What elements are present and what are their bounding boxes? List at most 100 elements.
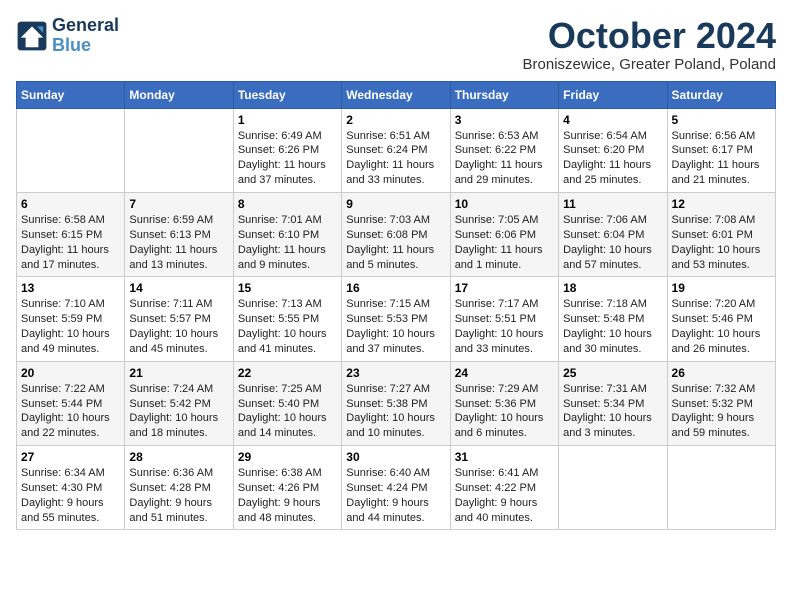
- cell-content: Sunrise: 7:13 AM Sunset: 5:55 PM Dayligh…: [238, 297, 337, 356]
- day-number: 18: [563, 281, 662, 295]
- day-number: 14: [129, 281, 228, 295]
- cell-content: Sunrise: 7:27 AM Sunset: 5:38 PM Dayligh…: [346, 382, 445, 441]
- cell-content: Sunrise: 7:32 AM Sunset: 5:32 PM Dayligh…: [672, 382, 771, 441]
- cell-content: Sunrise: 6:53 AM Sunset: 6:22 PM Dayligh…: [455, 129, 554, 188]
- cell-content: Sunrise: 7:11 AM Sunset: 5:57 PM Dayligh…: [129, 297, 228, 356]
- day-number: 28: [129, 450, 228, 464]
- day-number: 11: [563, 197, 662, 211]
- calendar-cell: [17, 108, 125, 192]
- cell-content: Sunrise: 7:03 AM Sunset: 6:08 PM Dayligh…: [346, 213, 445, 272]
- logo-text: General Blue: [52, 16, 119, 56]
- calendar-cell: 27 Sunrise: 6:34 AM Sunset: 4:30 PM Dayli…: [17, 446, 125, 530]
- cell-content: Sunrise: 6:34 AM Sunset: 4:30 PM Dayligh…: [21, 466, 120, 525]
- day-number: 12: [672, 197, 771, 211]
- calendar-body: 1 Sunrise: 6:49 AM Sunset: 6:26 PM Daylig…: [17, 108, 776, 530]
- calendar-cell: 17Sunrise: 7:17 AM Sunset: 5:51 PM Dayli…: [450, 277, 558, 361]
- cell-content: Sunrise: 6:38 AM Sunset: 4:26 PM Dayligh…: [238, 466, 337, 525]
- calendar-cell: 18 Sunrise: 7:18 AM Sunset: 5:48 PM Dayli…: [559, 277, 667, 361]
- day-number: 16: [346, 281, 445, 295]
- day-number: 30: [346, 450, 445, 464]
- weekday-header-wednesday: Wednesday: [342, 81, 450, 108]
- day-number: 20: [21, 366, 120, 380]
- cell-content: Sunrise: 7:25 AM Sunset: 5:40 PM Dayligh…: [238, 382, 337, 441]
- weekday-header-friday: Friday: [559, 81, 667, 108]
- calendar-cell: 19Sunrise: 7:20 AM Sunset: 5:46 PM Dayli…: [667, 277, 775, 361]
- calendar-cell: 12 Sunrise: 7:08 AM Sunset: 6:01 PM Dayli…: [667, 192, 775, 276]
- day-number: 1: [238, 113, 337, 127]
- calendar-cell: 28Sunrise: 6:36 AM Sunset: 4:28 PM Dayli…: [125, 446, 233, 530]
- cell-content: Sunrise: 7:20 AM Sunset: 5:46 PM Dayligh…: [672, 297, 771, 356]
- cell-content: Sunrise: 7:18 AM Sunset: 5:48 PM Dayligh…: [563, 297, 662, 356]
- weekday-header-sunday: Sunday: [17, 81, 125, 108]
- weekday-header-row: SundayMondayTuesdayWednesdayThursdayFrid…: [17, 81, 776, 108]
- day-number: 27: [21, 450, 120, 464]
- calendar-cell: 13Sunrise: 7:10 AM Sunset: 5:59 PM Dayli…: [17, 277, 125, 361]
- cell-content: Sunrise: 6:51 AM Sunset: 6:24 PM Dayligh…: [346, 129, 445, 188]
- day-number: 5: [672, 113, 771, 127]
- calendar-header: SundayMondayTuesdayWednesdayThursdayFrid…: [17, 81, 776, 108]
- day-number: 31: [455, 450, 554, 464]
- cell-content: Sunrise: 6:54 AM Sunset: 6:20 PM Dayligh…: [563, 129, 662, 188]
- month-title: October 2024: [523, 16, 776, 56]
- cell-content: Sunrise: 6:49 AM Sunset: 6:26 PM Dayligh…: [238, 129, 337, 188]
- day-number: 13: [21, 281, 120, 295]
- calendar-cell: 20 Sunrise: 7:22 AM Sunset: 5:44 PM Dayli…: [17, 361, 125, 445]
- day-number: 21: [129, 366, 228, 380]
- location: Broniszewice, Greater Poland, Poland: [523, 56, 776, 73]
- weekday-header-monday: Monday: [125, 81, 233, 108]
- cell-content: Sunrise: 6:58 AM Sunset: 6:15 PM Dayligh…: [21, 213, 120, 272]
- logo-icon: [16, 20, 48, 52]
- calendar-cell: 29 Sunrise: 6:38 AM Sunset: 4:26 PM Dayli…: [233, 446, 341, 530]
- calendar-cell: 9 Sunrise: 7:03 AM Sunset: 6:08 PM Daylig…: [342, 192, 450, 276]
- calendar-cell: [559, 446, 667, 530]
- day-number: 3: [455, 113, 554, 127]
- day-number: 15: [238, 281, 337, 295]
- day-number: 2: [346, 113, 445, 127]
- calendar-cell: 24 Sunrise: 7:29 AM Sunset: 5:36 PM Dayli…: [450, 361, 558, 445]
- day-number: 9: [346, 197, 445, 211]
- cell-content: Sunrise: 7:31 AM Sunset: 5:34 PM Dayligh…: [563, 382, 662, 441]
- calendar-cell: 7 Sunrise: 6:59 AM Sunset: 6:13 PM Daylig…: [125, 192, 233, 276]
- calendar-cell: 10 Sunrise: 7:05 AM Sunset: 6:06 PM Dayli…: [450, 192, 558, 276]
- cell-content: Sunrise: 7:29 AM Sunset: 5:36 PM Dayligh…: [455, 382, 554, 441]
- day-number: 4: [563, 113, 662, 127]
- day-number: 22: [238, 366, 337, 380]
- day-number: 26: [672, 366, 771, 380]
- calendar-week-row: 6 Sunrise: 6:58 AM Sunset: 6:15 PM Daylig…: [17, 192, 776, 276]
- calendar-cell: 6 Sunrise: 6:58 AM Sunset: 6:15 PM Daylig…: [17, 192, 125, 276]
- cell-content: Sunrise: 6:40 AM Sunset: 4:24 PM Dayligh…: [346, 466, 445, 525]
- weekday-header-thursday: Thursday: [450, 81, 558, 108]
- calendar-cell: 2 Sunrise: 6:51 AM Sunset: 6:24 PM Daylig…: [342, 108, 450, 192]
- day-number: 6: [21, 197, 120, 211]
- day-number: 24: [455, 366, 554, 380]
- logo-line1: General: [52, 16, 119, 36]
- day-number: 29: [238, 450, 337, 464]
- weekday-header-saturday: Saturday: [667, 81, 775, 108]
- page-header: General Blue October 2024 Broniszewice, …: [16, 16, 776, 73]
- day-number: 25: [563, 366, 662, 380]
- calendar-table: SundayMondayTuesdayWednesdayThursdayFrid…: [16, 81, 776, 531]
- calendar-cell: 26 Sunrise: 7:32 AM Sunset: 5:32 PM Dayli…: [667, 361, 775, 445]
- calendar-cell: 23Sunrise: 7:27 AM Sunset: 5:38 PM Dayli…: [342, 361, 450, 445]
- cell-content: Sunrise: 7:06 AM Sunset: 6:04 PM Dayligh…: [563, 213, 662, 272]
- cell-content: Sunrise: 7:22 AM Sunset: 5:44 PM Dayligh…: [21, 382, 120, 441]
- day-number: 10: [455, 197, 554, 211]
- calendar-cell: [125, 108, 233, 192]
- calendar-week-row: 13Sunrise: 7:10 AM Sunset: 5:59 PM Dayli…: [17, 277, 776, 361]
- cell-content: Sunrise: 6:41 AM Sunset: 4:22 PM Dayligh…: [455, 466, 554, 525]
- cell-content: Sunrise: 6:59 AM Sunset: 6:13 PM Dayligh…: [129, 213, 228, 272]
- calendar-cell: [667, 446, 775, 530]
- calendar-cell: 15 Sunrise: 7:13 AM Sunset: 5:55 PM Dayli…: [233, 277, 341, 361]
- day-number: 17: [455, 281, 554, 295]
- cell-content: Sunrise: 7:05 AM Sunset: 6:06 PM Dayligh…: [455, 213, 554, 272]
- calendar-cell: 4 Sunrise: 6:54 AM Sunset: 6:20 PM Daylig…: [559, 108, 667, 192]
- cell-content: Sunrise: 6:56 AM Sunset: 6:17 PM Dayligh…: [672, 129, 771, 188]
- title-block: October 2024 Broniszewice, Greater Polan…: [523, 16, 776, 73]
- day-number: 7: [129, 197, 228, 211]
- calendar-week-row: 27 Sunrise: 6:34 AM Sunset: 4:30 PM Dayli…: [17, 446, 776, 530]
- cell-content: Sunrise: 7:24 AM Sunset: 5:42 PM Dayligh…: [129, 382, 228, 441]
- cell-content: Sunrise: 7:08 AM Sunset: 6:01 PM Dayligh…: [672, 213, 771, 272]
- calendar-cell: 1 Sunrise: 6:49 AM Sunset: 6:26 PM Daylig…: [233, 108, 341, 192]
- logo-line2: Blue: [52, 36, 119, 56]
- calendar-cell: 5 Sunrise: 6:56 AM Sunset: 6:17 PM Daylig…: [667, 108, 775, 192]
